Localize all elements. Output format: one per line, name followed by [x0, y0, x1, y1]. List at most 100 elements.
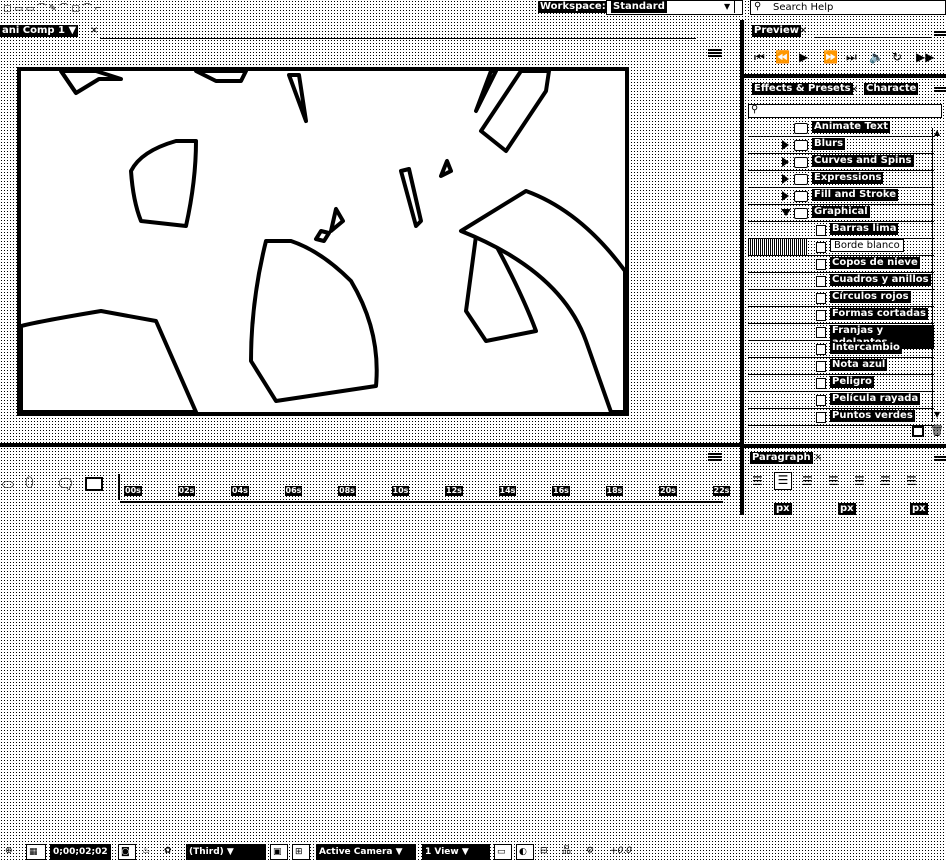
effects-item-label: Barras lima	[830, 223, 899, 235]
preview-tab[interactable]: Preview	[752, 25, 802, 37]
close-icon[interactable]: ×	[90, 25, 98, 36]
indent-right-unit[interactable]: px	[838, 503, 856, 515]
effects-preset-row[interactable]: Formas cortadas	[748, 307, 934, 324]
magnify-icon[interactable]: ⊕	[3, 844, 15, 860]
effects-preset-row[interactable]: Intercambio	[748, 341, 934, 358]
top-menu-strip: ▢ ▭ ▭ ⌒ ✎ ⌒ ▢ ⌒ ⌐	[0, 0, 535, 14]
effects-preset-row[interactable]: Peligro	[748, 375, 934, 392]
time-ruler-label: 02s	[177, 486, 196, 496]
indent-left-unit[interactable]: px	[774, 503, 792, 515]
fast-preview-icon[interactable]: ◐	[516, 844, 534, 860]
region-icon[interactable]: ▦	[26, 844, 46, 860]
expand-arrow-icon[interactable]	[782, 157, 789, 167]
camera-dropdown[interactable]: Active Camera ▼	[316, 844, 416, 860]
graph-editor-icon[interactable]	[85, 477, 103, 491]
roi-icon[interactable]: ▣	[270, 844, 288, 860]
effects-preset-row[interactable]: Nota azul	[748, 358, 934, 375]
timeline-tool-icon[interactable]: ⬯	[25, 475, 34, 491]
comp-tab[interactable]: ani Comp 1 ▼	[0, 25, 79, 37]
channel-icon[interactable]: ✿	[162, 844, 174, 860]
time-ruler-label: 18s	[605, 486, 624, 496]
effects-folder-row[interactable]: Animate Text	[748, 120, 934, 137]
timecode-button[interactable]: 0;00;02;02	[50, 844, 111, 860]
effects-preset-row[interactable]: Barras lima	[748, 222, 934, 239]
paragraph-tab[interactable]: Paragraph	[750, 452, 813, 464]
effects-search-input[interactable]: ⚲	[748, 104, 942, 118]
character-tab[interactable]: Characte	[864, 83, 919, 95]
effects-tab[interactable]: Effects & Presets	[752, 83, 853, 95]
effects-folder-row[interactable]: Curves and Spins	[748, 154, 934, 171]
first-frame-icon[interactable]: ⏮	[754, 50, 765, 65]
workspace-dropdown[interactable]: Standard ▼	[606, 0, 743, 15]
effects-panel-menu-icon[interactable]	[934, 87, 946, 95]
timeline-panel-menu-icon[interactable]	[708, 453, 722, 461]
last-frame-icon[interactable]: ⏭	[846, 50, 857, 65]
close-icon[interactable]: ×	[799, 25, 807, 36]
show-snapshot-icon[interactable]: ♨	[140, 844, 152, 860]
comp-viewer[interactable]	[17, 67, 629, 416]
effects-folder-row[interactable]: Expressions	[748, 171, 934, 188]
effects-folder-row[interactable]: Blurs	[748, 137, 934, 154]
time-ruler-label: 04s	[231, 486, 249, 496]
justify-left-icon[interactable]: ☰	[828, 474, 839, 488]
effects-folder-row[interactable]: Graphical	[748, 205, 934, 222]
toggle-pixel-icon[interactable]: ▭	[494, 844, 512, 860]
align-left-icon[interactable]: ☰	[752, 474, 763, 488]
effects-item-label: Borde blanco	[830, 239, 904, 252]
effects-preset-row[interactable]: Película rayada	[748, 392, 934, 409]
snapshot-icon[interactable]: ◙	[118, 844, 136, 860]
effects-preset-row[interactable]: Círculos rojos	[748, 290, 934, 307]
expand-arrow-icon[interactable]	[782, 140, 789, 150]
collapse-arrow-icon[interactable]	[781, 209, 791, 216]
exposure-icon[interactable]: ⚙	[584, 844, 596, 860]
indent-first-unit[interactable]: px	[910, 503, 928, 515]
effects-preset-row[interactable]: Borde blanco	[748, 239, 934, 256]
effects-item-label: Peligro	[830, 376, 874, 388]
next-frame-icon[interactable]: ⏩	[823, 50, 838, 64]
timeline-tool-icon[interactable]: ⬭	[2, 477, 14, 493]
new-folder-icon[interactable]	[912, 426, 924, 437]
effects-preset-row[interactable]: Puntos verdes	[748, 409, 934, 426]
search-help-box[interactable]: ⚲ Search Help	[750, 0, 946, 15]
close-icon[interactable]: ×	[814, 452, 822, 463]
align-center-icon[interactable]: ☰	[774, 472, 792, 490]
transparency-grid-icon[interactable]: ⊞	[292, 844, 310, 860]
effects-preset-row[interactable]: Franjas y adelantes	[748, 324, 934, 349]
flowchart-icon[interactable]: 品	[560, 844, 573, 860]
preview-tab-line	[814, 37, 932, 38]
justify-right-icon[interactable]: ☰	[880, 474, 891, 488]
preset-icon	[816, 378, 826, 389]
scroll-up-icon[interactable]: ▲	[934, 128, 940, 137]
justify-center-icon[interactable]: ☰	[854, 474, 865, 488]
previous-frame-icon[interactable]: ⏪	[775, 50, 790, 64]
ram-preview-icon[interactable]: ▶▶	[916, 50, 934, 64]
expand-arrow-icon[interactable]	[782, 174, 789, 184]
views-dropdown[interactable]: 1 View ▼	[422, 844, 490, 860]
time-ruler[interactable]	[118, 474, 723, 500]
effects-item-label: Blurs	[812, 138, 846, 150]
folder-icon	[794, 123, 808, 134]
effects-preset-row[interactable]: Cuadros y anillos	[748, 273, 934, 290]
loop-icon[interactable]: ↻	[892, 50, 902, 64]
panel-menu-icon[interactable]	[708, 49, 722, 57]
paragraph-panel-menu-icon[interactable]	[934, 456, 946, 464]
exposure-value: +0.0	[610, 846, 632, 856]
time-ruler-label: 12s	[445, 486, 463, 496]
justify-all-icon[interactable]: ☰	[906, 474, 917, 488]
scroll-down-icon[interactable]: ▼	[934, 410, 940, 419]
align-right-icon[interactable]: ☰	[802, 474, 813, 488]
time-ruler-label: 06s	[284, 486, 303, 496]
audio-icon[interactable]: 🔈	[869, 50, 884, 64]
comp-tab-label: ani Comp 1	[2, 25, 66, 36]
expand-arrow-icon[interactable]	[782, 191, 789, 201]
close-icon[interactable]: ×	[850, 84, 858, 95]
resolution-dropdown[interactable]: (Third) ▼	[186, 844, 266, 860]
resolution-value: Third	[193, 847, 220, 857]
play-icon[interactable]: ▶	[799, 50, 808, 64]
effects-folder-row[interactable]: Fill and Stroke	[748, 188, 934, 205]
speech-bubble-icon[interactable]: 🗨	[56, 475, 75, 493]
timeline-icon[interactable]: ⊟	[538, 844, 550, 860]
effects-preset-row[interactable]: Copos de nieve	[748, 256, 934, 273]
preview-panel-menu-icon[interactable]	[934, 31, 946, 39]
effects-item-label: Copos de nieve	[830, 257, 920, 269]
